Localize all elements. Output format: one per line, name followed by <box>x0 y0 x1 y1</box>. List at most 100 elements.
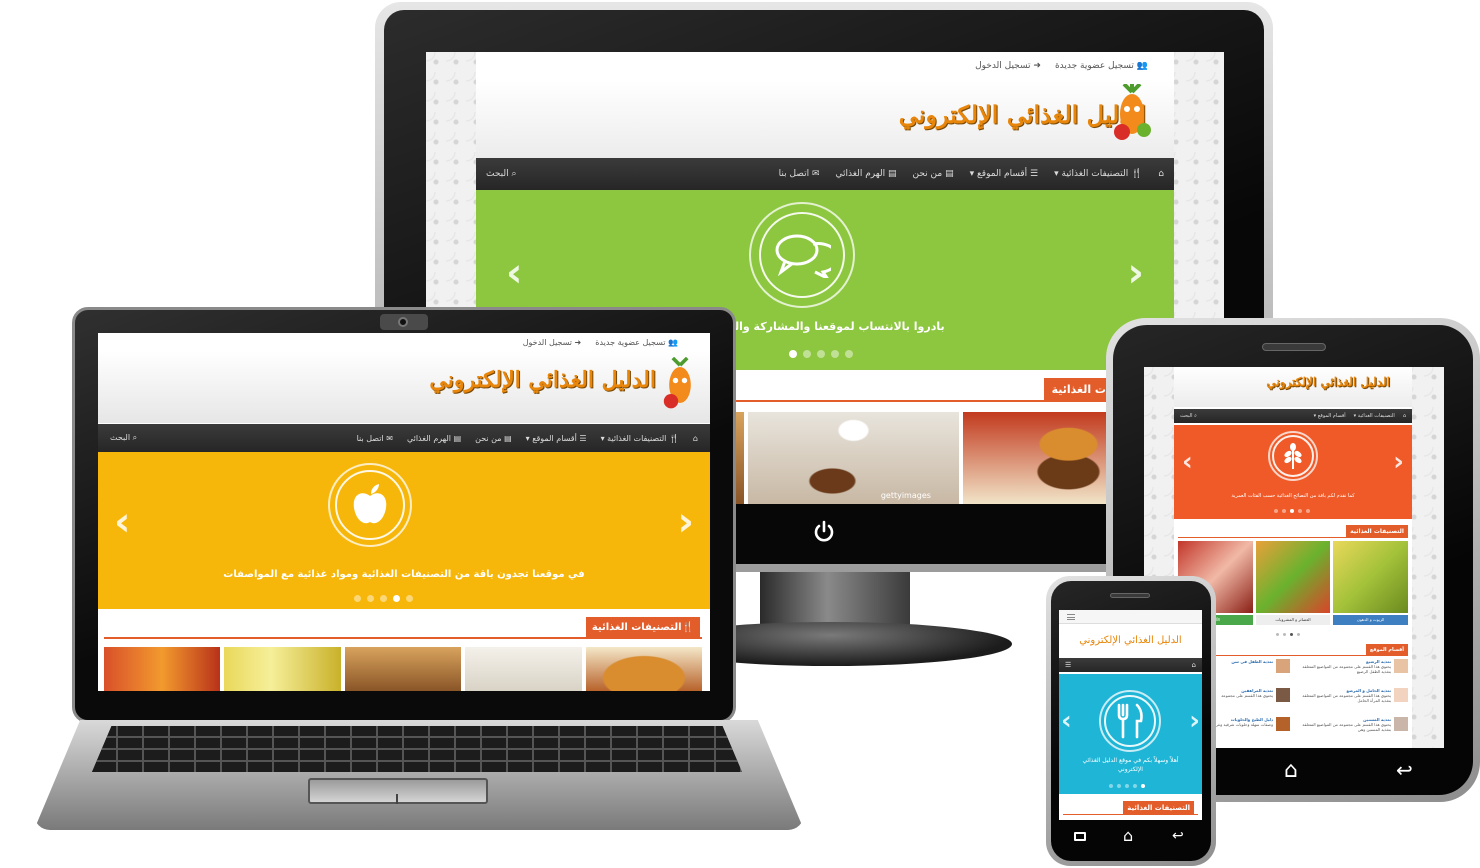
thumb-juice[interactable] <box>104 647 221 691</box>
slider-prev-arrow[interactable]: ‹ <box>1061 706 1072 736</box>
site-logo[interactable]: الدليل الغذائي الإلكتروني <box>429 367 656 393</box>
home-icon[interactable]: ⌂ <box>1192 661 1196 669</box>
slider-dot[interactable] <box>1290 509 1294 513</box>
register-link[interactable]: 👥 تسجيل عضوية جديدة <box>1055 61 1148 71</box>
list-item[interactable]: تغذية الرضيع يحتوي هذا القسم على مجموعة م… <box>1296 659 1408 685</box>
thumb-oil[interactable] <box>224 647 341 691</box>
slider-dot[interactable] <box>406 595 413 602</box>
slider-dot[interactable] <box>367 595 374 602</box>
food-thumbnails <box>104 647 703 691</box>
slider-next-arrow[interactable]: › <box>1128 250 1144 296</box>
monitor-power-icon[interactable] <box>812 520 836 544</box>
slider-dots <box>354 595 413 602</box>
cutlery-icon: 🍴 <box>666 433 679 443</box>
nav-home[interactable]: ⌂ <box>1403 413 1406 419</box>
slider-dot[interactable] <box>354 595 361 602</box>
slider-dot[interactable] <box>789 350 797 358</box>
carousel-dot[interactable] <box>1297 633 1300 636</box>
slider-dot[interactable] <box>803 350 811 358</box>
register-link[interactable]: 👥 تسجيل عضوية جديدة <box>595 338 678 347</box>
section-title: التصنيفات الغذائية <box>1123 801 1194 814</box>
nav-pyramid[interactable]: ▤ الهرم الغذائي <box>836 169 897 179</box>
phone-recent-apps-icon[interactable] <box>1074 832 1086 841</box>
tablet-speaker <box>1262 343 1326 351</box>
thumb <box>1394 659 1408 673</box>
thumb-oil[interactable] <box>1333 541 1409 613</box>
slider-dot[interactable] <box>1109 784 1113 788</box>
slider-prev-arrow[interactable]: ‹ <box>114 499 130 545</box>
nav-categories[interactable]: التصنيفات الغذائية ▾ <box>1354 413 1395 419</box>
slider-dots <box>1274 509 1310 513</box>
laptop-touchpad[interactable] <box>308 778 488 804</box>
nav-about[interactable]: ▤ من نحن <box>913 169 954 179</box>
cutlery-icon: 🍴 <box>681 621 694 633</box>
phone-back-icon[interactable]: ↩ <box>1172 829 1184 843</box>
login-link[interactable]: ➜ تسجيل الدخول <box>523 338 582 347</box>
slider-dot[interactable] <box>380 595 387 602</box>
slider-dot[interactable] <box>831 350 839 358</box>
section-title: ت الغذائية <box>1043 378 1114 400</box>
slider-dot[interactable] <box>1298 509 1302 513</box>
slide-icon-ring <box>749 202 855 308</box>
hamburger-icon[interactable] <box>1067 614 1075 620</box>
category-button[interactable]: الزيوت و الدهون <box>1333 615 1408 625</box>
slide-icon-ring <box>1099 690 1161 752</box>
nav-categories[interactable]: 🍴 التصنيفات الغذائية ▾ <box>601 434 679 443</box>
section-divider <box>1178 537 1408 538</box>
slider-dot[interactable] <box>1274 509 1278 513</box>
slider-dot[interactable] <box>845 350 853 358</box>
nav-sections[interactable]: ☰ أقسام الموقع ▾ <box>970 169 1039 179</box>
hamburger-icon[interactable]: ☰ <box>1065 661 1071 669</box>
slider-dot[interactable] <box>1133 784 1137 788</box>
nav-pyramid[interactable]: ▤ الهرم الغذائي <box>407 434 461 443</box>
fork-knife-icon <box>1117 703 1143 739</box>
site-logo[interactable]: الدليل الغذائي الإلكتروني <box>899 100 1146 129</box>
slider-prev-arrow[interactable]: ‹ <box>506 250 522 296</box>
site-logo[interactable]: الدليل الغذائي الإلكتروني <box>1266 375 1390 389</box>
carousel-dot[interactable] <box>1276 633 1279 636</box>
nav-contact[interactable]: ✉ اتصل بنا <box>779 169 820 179</box>
slider-prev-arrow[interactable]: ‹ <box>1182 447 1193 477</box>
nav-search[interactable]: ⌕ البحث <box>110 433 137 443</box>
laptop-touchpad-divider <box>396 794 398 804</box>
slider-dot[interactable] <box>1306 509 1310 513</box>
slider-next-arrow[interactable]: › <box>1393 447 1404 477</box>
slider-dots <box>1109 784 1145 788</box>
slider-dot[interactable] <box>1282 509 1286 513</box>
file-icon: ▤ <box>501 433 512 443</box>
carousel-dot[interactable] <box>1290 633 1293 636</box>
nav-search[interactable]: ⌕ البحث <box>486 169 517 179</box>
thumb-nuts[interactable] <box>344 647 462 691</box>
slider-dot[interactable] <box>1125 784 1129 788</box>
phone-home-icon[interactable]: ⌂ <box>1123 828 1133 844</box>
nav-sections[interactable]: ☰ أقسام الموقع ▾ <box>526 434 587 443</box>
slider-dot[interactable] <box>1117 784 1121 788</box>
slider-next-arrow[interactable]: › <box>1189 706 1200 736</box>
search-icon: ⌕ <box>130 433 138 442</box>
login-link[interactable]: ➜ تسجيل الدخول <box>975 61 1041 71</box>
laptop-topbar: 👥 تسجيل عضوية جديدة ➜ تسجيل الدخول <box>523 335 678 349</box>
list-item[interactable]: تغذية الحامل و المرضع يحتوي هذا القسم على… <box>1296 688 1408 714</box>
slider-dot[interactable] <box>817 350 825 358</box>
nav-contact[interactable]: ✉ اتصل بنا <box>357 434 393 443</box>
category-button[interactable]: العصائر و المشروبات <box>1255 615 1331 625</box>
tablet-home-icon[interactable]: ⌂ <box>1284 760 1298 782</box>
tablet-navbar: ⌂ التصنيفات الغذائية ▾ أقسام الموقع ▾ ⌕ … <box>1174 409 1412 423</box>
thumb-dairy[interactable] <box>465 647 582 691</box>
slider-next-arrow[interactable]: › <box>678 499 694 545</box>
thumb-burger[interactable] <box>585 647 703 691</box>
nav-sections[interactable]: أقسام الموقع ▾ <box>1314 413 1346 419</box>
nav-home[interactable]: ⌂ <box>1158 169 1164 179</box>
list-item[interactable]: تغذية المسنين يحتوي هذا القسم على مجموعة … <box>1296 717 1408 743</box>
thumb-vegetables[interactable] <box>1255 541 1331 613</box>
nav-search[interactable]: ⌕ البحث <box>1180 413 1197 419</box>
nav-about[interactable]: ▤ من نحن <box>475 434 512 443</box>
nav-home[interactable]: ⌂ <box>693 434 698 443</box>
tablet-back-icon[interactable]: ↩ <box>1396 760 1413 780</box>
slider-dot[interactable] <box>393 595 400 602</box>
slider-dot[interactable] <box>1141 784 1145 788</box>
phone-title[interactable]: الدليل الغذائي الإلكتروني <box>1059 626 1202 656</box>
carousel-dot[interactable] <box>1283 633 1286 636</box>
nav-categories[interactable]: 🍴 التصنيفات الغذائية ▾ <box>1054 169 1142 179</box>
thumb-dessert[interactable]: gettyimages <box>747 412 959 504</box>
